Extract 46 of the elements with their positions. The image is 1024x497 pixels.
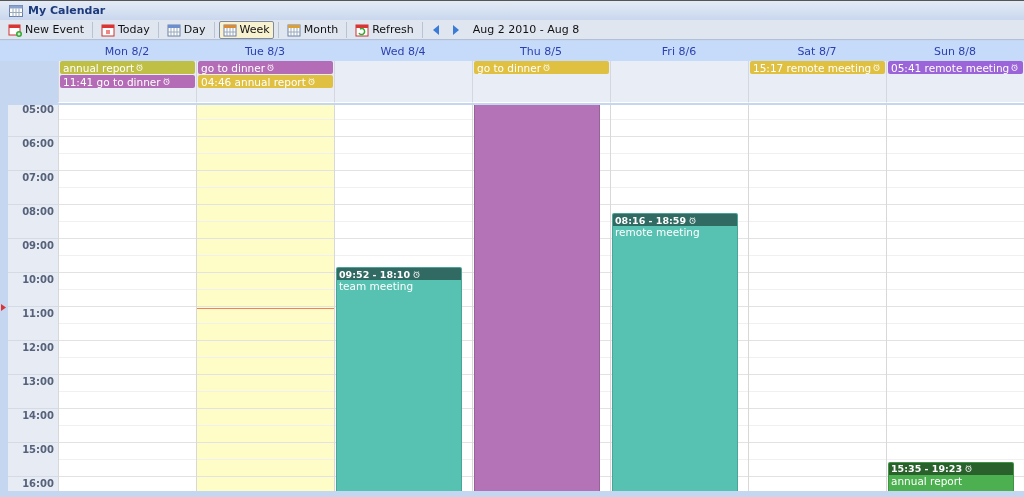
alarm-icon [267, 64, 274, 71]
toolbar-button[interactable]: Today [97, 20, 154, 39]
calendar-icon [166, 22, 181, 37]
calendar-refresh-icon [355, 22, 370, 37]
event-time: 15:35 - 19:23 [891, 463, 963, 475]
day-header: Thu 8/5 [519, 44, 563, 58]
event-title: team meeting [338, 280, 415, 293]
next-icon[interactable] [450, 23, 461, 36]
day-header: Sat 8/7 [796, 44, 838, 58]
current-time-marker-icon [1, 304, 6, 311]
alarm-icon [413, 270, 421, 278]
calendar-icon [222, 22, 237, 37]
event-title: annual report [890, 474, 964, 487]
alarm-icon [873, 64, 881, 71]
day-header: Fri 8/6 [660, 44, 698, 58]
event-block[interactable]: 09:52 - 18:10 team meeting [336, 267, 462, 491]
day-header: Tue 8/3 [244, 44, 286, 58]
calendar-add-icon [8, 22, 22, 37]
event-title: remote meeting [614, 226, 701, 239]
day-header: Sun 8/8 [932, 44, 978, 58]
window-title: My Calendar [28, 4, 106, 17]
event-time: 09:52 - 18:10 [339, 268, 411, 280]
event-block[interactable]: 15:35 - 19:23 annual report [888, 461, 1014, 491]
date-range: Aug 2 2010 - Aug 8 [472, 23, 580, 36]
day-header: Wed 8/4 [379, 44, 427, 58]
all-day-event[interactable]: go to dinner [198, 61, 333, 74]
calendar-icon [9, 4, 23, 17]
calendar-icon [286, 22, 301, 37]
alarm-icon [543, 64, 550, 71]
toolbar-button[interactable]: Day [162, 20, 210, 39]
day-header: Mon 8/2 [103, 44, 151, 58]
alarm-icon [965, 465, 973, 473]
event-time: 08:16 - 18:59 [615, 214, 687, 226]
all-day-event[interactable]: 11:41 go to dinner [60, 75, 195, 88]
alarm-icon [162, 78, 170, 85]
toolbar-button[interactable]: Week [218, 20, 274, 39]
event-block[interactable]: 08:16 - 18:59 remote meeting [612, 213, 738, 491]
alarm-icon [136, 64, 144, 71]
all-day-event[interactable]: 05:41 remote meeting [888, 61, 1023, 74]
calendar-icon [101, 22, 115, 37]
toolbar-button[interactable]: Month [282, 20, 343, 39]
alarm-icon [307, 78, 315, 85]
toolbar-button[interactable]: New Event [4, 20, 88, 39]
alarm-icon [1011, 64, 1019, 71]
toolbar-button[interactable]: Refresh [351, 20, 418, 39]
alarm-icon [689, 216, 697, 224]
